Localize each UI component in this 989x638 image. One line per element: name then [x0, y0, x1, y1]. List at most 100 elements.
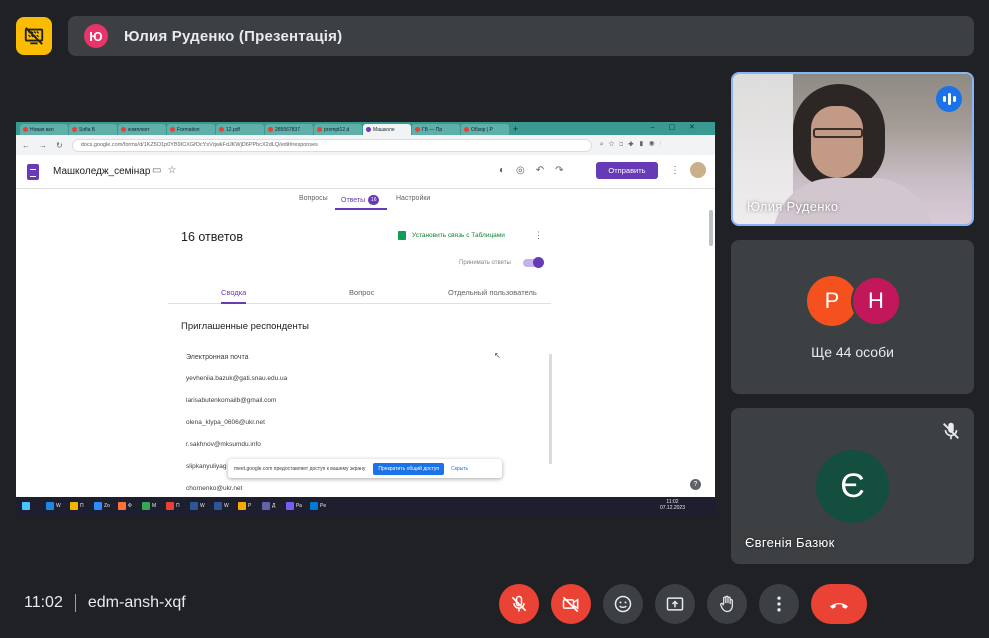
taskbar-app[interactable]: П [164, 499, 186, 513]
response-view-tabs: Сводка Вопрос Отдельный пользователь [168, 278, 551, 304]
share-notice-text: meet.google.com предоставляет доступ к в… [234, 465, 366, 472]
email-column-header: Электронная почта [186, 354, 249, 361]
participant-tile[interactable]: Є Євгенія Базюк [731, 408, 974, 564]
browser-tab[interactable]: Sofia Б [69, 124, 117, 135]
reload-icon[interactable]: ↻ [56, 141, 63, 150]
send-button[interactable]: Отправить [596, 162, 658, 179]
more-vert-icon[interactable]: ⋮ [534, 230, 543, 241]
tab-summary[interactable]: Сводка [221, 288, 246, 297]
browser-tab-strip: Новая вкл Sofia Б комплект Formation 12.… [16, 122, 715, 135]
participant-name: Євгенія Базюк [745, 535, 835, 550]
taskbar-app[interactable]: Zo [92, 499, 114, 513]
header-action-icons[interactable]: ◐◎↶↷ [499, 165, 575, 176]
browser-tab-active[interactable]: Машколе [363, 124, 411, 135]
toggle-knob [533, 257, 544, 268]
browser-tab[interactable]: prompt12.d [314, 124, 362, 135]
accepting-responses-toggle[interactable] [523, 257, 544, 268]
browser-tab[interactable]: 12.pdf [216, 124, 264, 135]
responses-count: 16 ответов [181, 230, 243, 244]
windows-taskbar: W П Zo Ф М П W W Р Д Ра Pe 11:02 07.12.20… [16, 497, 715, 515]
browser-tab[interactable]: Formation [167, 124, 215, 135]
mic-off-icon [511, 595, 527, 612]
responses-card: 16 ответов Установить связь с Таблицами … [168, 218, 551, 304]
list-scrollbar[interactable] [549, 354, 552, 464]
taskbar-app[interactable]: W [212, 499, 234, 513]
back-icon[interactable]: ← [22, 141, 30, 150]
form-tabs: Вопросы Ответы 16 Настройки [16, 189, 715, 211]
taskbar-app[interactable]: Р [236, 499, 258, 513]
camera-person-face [811, 106, 863, 178]
raise-hand-icon [720, 595, 733, 613]
more-options-button[interactable] [759, 584, 799, 624]
wave-bar [952, 96, 956, 102]
shared-screen[interactable]: Новая вкл Sofia Б комплект Formation 12.… [16, 122, 715, 515]
address-bar[interactable]: docs.google.com/forms/d/1KZ5O1p0YB9ICXGf… [71, 138, 592, 152]
link-sheets-button[interactable]: Установить связь с Таблицами [398, 231, 505, 240]
taskbar-app[interactable]: W [188, 499, 210, 513]
camera-off-icon [562, 596, 579, 613]
page-scrollbar[interactable] [709, 210, 713, 246]
reactions-button[interactable] [603, 584, 643, 624]
presentation-title: Юлия Руденко (Презентація) [124, 27, 343, 45]
tab-answers[interactable]: Ответы 16 [341, 195, 380, 205]
browser-toolbar: ← → ↻ docs.google.com/forms/d/1KZ5O1p0YB… [16, 135, 715, 155]
tab-favicon-icon [121, 127, 126, 132]
tab-questions[interactable]: Вопросы [299, 195, 328, 202]
active-tab-underline [221, 302, 246, 304]
new-tab-icon[interactable]: + [513, 124, 518, 135]
taskbar-app[interactable]: Pe [308, 499, 330, 513]
list-item: slipkanyuliyag [186, 463, 227, 470]
meeting-code[interactable]: edm-ansh-xqf [88, 594, 186, 612]
help-icon[interactable]: ? [690, 479, 701, 490]
list-item: r.sakhnov@mksumdu.info [186, 441, 261, 448]
hide-notice-button[interactable]: Скрыть [451, 466, 468, 472]
browser-tab[interactable]: комплект [118, 124, 166, 135]
taskbar-app[interactable]: Ра [284, 499, 306, 513]
participant-tile-active[interactable]: Юлия Руденко [731, 72, 974, 226]
forms-header: Машколедж_семінар ▭☆ ◐◎↶↷ Отправить ⋮ [16, 155, 715, 189]
mic-toggle-button[interactable] [499, 584, 539, 624]
taskbar-app[interactable]: М [140, 499, 162, 513]
tab-question[interactable]: Вопрос [349, 288, 374, 297]
participant-tile-group[interactable]: Р Н Ще 44 особи [731, 240, 974, 394]
tab-individual[interactable]: Отдельный пользователь [448, 288, 537, 297]
taskbar-app[interactable]: Ф [116, 499, 138, 513]
presenter-avatar: Ю [84, 24, 108, 48]
browser-tab[interactable]: Новая вкл [20, 124, 68, 135]
browser-tab[interactable]: ГБ — Пр [412, 124, 460, 135]
divider [74, 594, 76, 612]
tab-favicon-icon [23, 127, 28, 132]
mic-off-icon [943, 422, 959, 440]
browser-tab[interactable]: 285567837 [265, 124, 313, 135]
more-participants-label: Ще 44 особи [811, 344, 894, 360]
participant-name: Юлия Руденко [747, 199, 839, 214]
form-title[interactable]: Машколедж_семінар [53, 166, 150, 177]
taskbar-app[interactable]: W [44, 499, 66, 513]
more-vert-icon[interactable]: ⋮ [670, 165, 680, 176]
taskbar-clock[interactable]: 11:02 07.12.2023 [660, 499, 685, 511]
folder-star-icons[interactable]: ▭☆ [152, 165, 182, 176]
forward-icon[interactable]: → [39, 141, 47, 150]
tab-favicon-icon [366, 127, 371, 132]
leave-call-button[interactable] [811, 584, 867, 624]
start-icon[interactable] [20, 499, 42, 513]
raise-hand-button[interactable] [707, 584, 747, 624]
taskbar-app[interactable]: П [68, 499, 90, 513]
stop-sharing-button[interactable]: Прекратить общий доступ [373, 462, 445, 475]
forms-logo-icon[interactable] [27, 164, 39, 180]
sheets-icon [398, 231, 406, 240]
present-icon [666, 597, 684, 611]
present-button[interactable] [655, 584, 695, 624]
tab-favicon-icon [268, 127, 273, 132]
presentation-indicator-button[interactable] [16, 17, 52, 55]
taskbar-app[interactable]: Д [260, 499, 282, 513]
window-controls[interactable]: –▢✕ [651, 123, 709, 131]
tab-settings[interactable]: Настройки [396, 195, 430, 202]
wave-bar [947, 93, 951, 105]
browser-tab[interactable]: Обзор | Р [461, 124, 509, 135]
accepting-responses-label: Принимать ответы [459, 260, 511, 266]
meeting-info: 11:02 edm-ansh-xqf [24, 594, 186, 612]
camera-toggle-button[interactable] [551, 584, 591, 624]
avatar[interactable] [690, 162, 706, 178]
extension-icons[interactable]: ⌕☆◻✚▮◉⋮ [600, 141, 667, 149]
